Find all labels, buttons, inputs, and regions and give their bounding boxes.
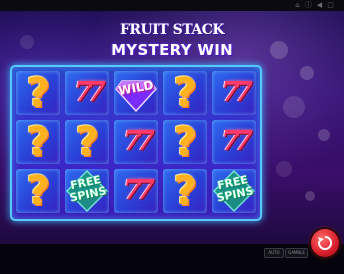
home-icon[interactable]: ⌂ xyxy=(294,2,301,9)
info-icon[interactable]: ⓘ xyxy=(305,2,312,9)
reel-cell-seven: 77 xyxy=(212,71,256,115)
seven-symbol: 77 xyxy=(123,175,155,206)
reel-cell-free-spins: FREE SPINS xyxy=(212,169,256,213)
reel-cell-mystery: ? xyxy=(163,120,207,164)
auto-button[interactable]: AUTO xyxy=(264,248,284,258)
reel-cell-seven: 77 xyxy=(65,71,109,115)
seven-symbol: 77 xyxy=(221,77,253,108)
bokeh-light xyxy=(276,161,292,177)
sound-icon[interactable]: ◀ xyxy=(316,2,323,9)
mystery-symbol: ? xyxy=(173,168,197,214)
gamble-button[interactable]: GAMBLE xyxy=(285,248,308,258)
seven-symbol: 77 xyxy=(123,126,155,157)
reel-cell-seven: 77 xyxy=(212,120,256,164)
mystery-symbol: ? xyxy=(75,119,99,165)
reel-cell-mystery: ? xyxy=(65,120,109,164)
game-title: FRUIT STACK xyxy=(119,22,225,38)
reel-cell-mystery: ? xyxy=(163,169,207,213)
reel-cell-wild: WILD xyxy=(114,71,158,115)
reel-cell-mystery: ? xyxy=(16,169,60,213)
reel-cell-seven: 77 xyxy=(114,120,158,164)
reel-cell-mystery: ? xyxy=(16,71,60,115)
bokeh-light xyxy=(283,96,305,118)
spin-button[interactable] xyxy=(311,229,339,257)
bokeh-light xyxy=(318,129,330,141)
top-bar: ⌂ ⓘ ◀ ▢ xyxy=(0,0,344,11)
bokeh-light xyxy=(300,66,314,80)
bokeh-light xyxy=(305,191,315,201)
mystery-symbol: ? xyxy=(26,70,50,116)
reel-cell-mystery: ? xyxy=(163,71,207,115)
mystery-symbol: ? xyxy=(173,70,197,116)
game-subtitle: MYSTERY WIN xyxy=(111,41,233,59)
seven-symbol: 77 xyxy=(74,77,106,108)
reel-cell-mystery: ? xyxy=(16,120,60,164)
seven-symbol: 77 xyxy=(221,126,253,157)
fullscreen-icon[interactable]: ▢ xyxy=(327,2,334,9)
spin-icon xyxy=(318,235,333,250)
reel-grid: ? 77 WILD? 77?? 77? 77? FREE SPINS 77? FREE SPIN… xyxy=(10,65,262,221)
reel-cell-free-spins: FREE SPINS xyxy=(65,169,109,213)
mystery-symbol: ? xyxy=(173,119,197,165)
mystery-symbol: ? xyxy=(26,168,50,214)
reel-cell-seven: 77 xyxy=(114,169,158,213)
mystery-symbol: ? xyxy=(26,119,50,165)
